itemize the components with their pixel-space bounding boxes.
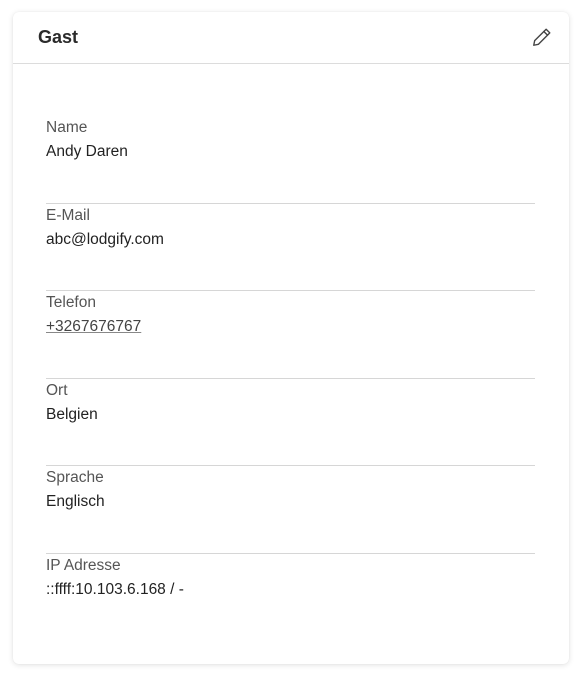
field-name-label: Name xyxy=(46,119,88,136)
field-ip: IP Adresse ::ffff:10.103.6.168 / - xyxy=(46,554,535,642)
field-location-label: Ort xyxy=(46,381,68,399)
phone-link[interactable]: +3267676767 xyxy=(46,317,141,337)
edit-button[interactable] xyxy=(529,24,555,50)
card-title: Gast xyxy=(38,27,79,47)
field-ip-value: ::ffff:10.103.6.168 / - xyxy=(46,580,184,598)
field-phone-label: Telefon xyxy=(46,294,96,311)
field-email-value: abc@lodgify.com xyxy=(46,230,164,248)
field-phone: Telefon +3267676767 xyxy=(46,291,535,379)
field-language-label: Sprache xyxy=(46,469,104,486)
field-language-value: Englisch xyxy=(46,493,105,510)
pencil-icon xyxy=(533,28,551,46)
field-email-label: E-Mail xyxy=(46,206,90,224)
card-header: Gast xyxy=(13,12,569,64)
guest-card: Gast Name Andy Daren E-Mail abc@lodgify.… xyxy=(13,12,569,664)
guest-details: Name Andy Daren E-Mail abc@lodgify.com T… xyxy=(46,116,535,641)
field-language: Sprache Englisch xyxy=(46,466,535,554)
field-name: Name Andy Daren xyxy=(46,116,535,204)
field-name-value: Andy Daren xyxy=(46,143,128,160)
field-ip-label: IP Adresse xyxy=(46,556,121,574)
field-email: E-Mail abc@lodgify.com xyxy=(46,204,535,292)
field-location: Ort Belgien xyxy=(46,379,535,467)
field-location-value: Belgien xyxy=(46,405,98,423)
